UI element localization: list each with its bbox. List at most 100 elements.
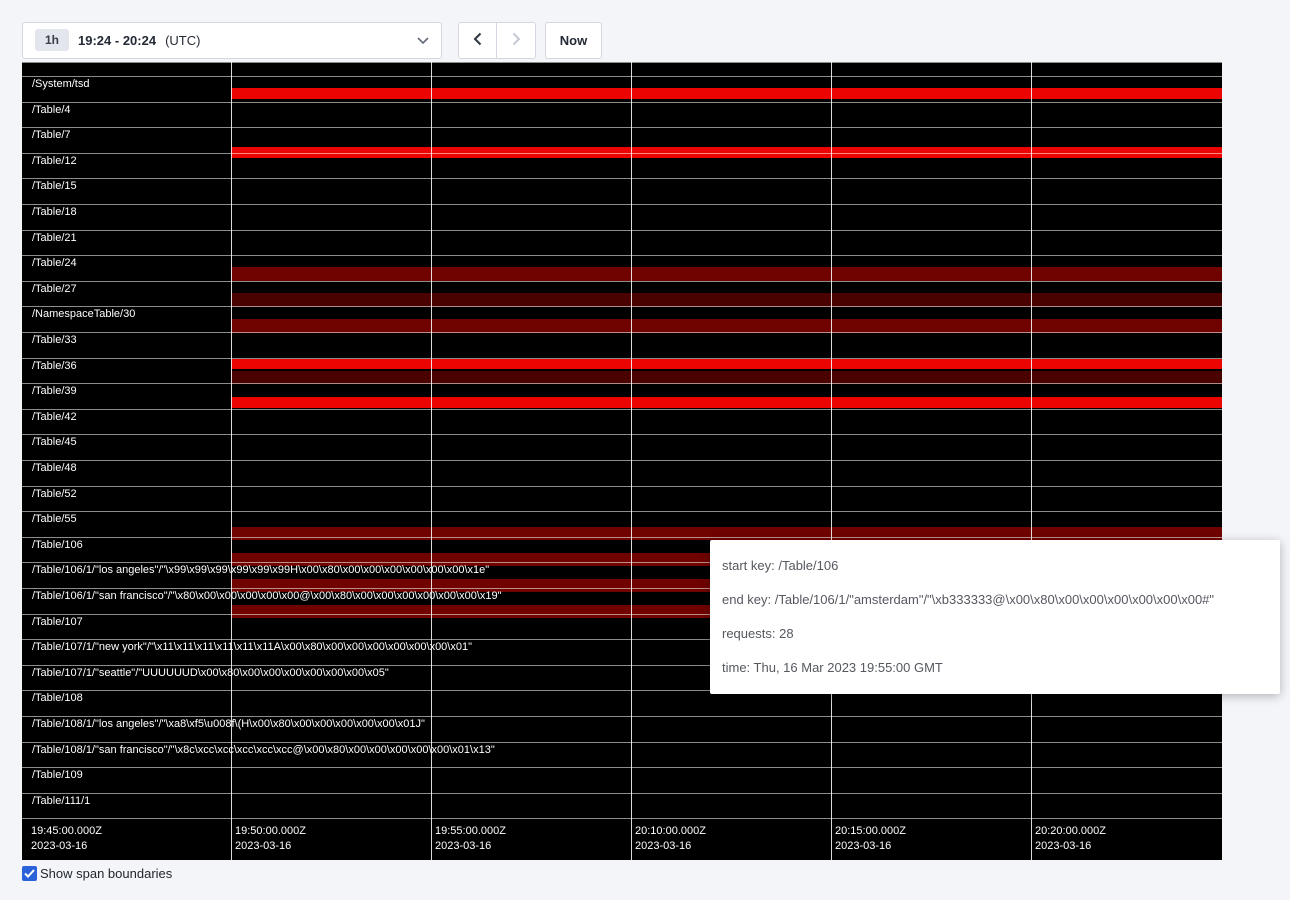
key-span-label: /Table/18: [32, 206, 77, 219]
axis-time: 19:55:00.000Z: [435, 824, 506, 839]
span-boundary-line: [22, 358, 1222, 359]
axis-date: 2023-03-16: [435, 839, 506, 854]
span-boundary-line: [22, 62, 1222, 63]
chevron-right-icon: [512, 32, 521, 49]
span-boundary-line: [22, 230, 1222, 231]
key-span-label: /Table/4: [32, 104, 71, 117]
key-span-label: /Table/12: [32, 155, 77, 168]
span-boundary-line: [22, 818, 1222, 819]
key-span-label: /Table/15: [32, 180, 77, 193]
span-boundary-line: [22, 204, 1222, 205]
axis-time: 19:45:00.000Z: [31, 824, 102, 839]
check-icon: [24, 869, 35, 878]
key-span-label: /Table/108: [32, 692, 83, 705]
span-boundary-line: [22, 76, 1222, 77]
prev-time-button[interactable]: [458, 22, 497, 59]
time-range-picker[interactable]: 1h 19:24 - 20:24 (UTC): [22, 22, 442, 59]
time-gridline: [231, 62, 232, 860]
key-span-label: /Table/21: [32, 232, 77, 245]
key-span-label: /Table/106/1/"los angeles"/"\x99\x99\x99…: [32, 564, 489, 577]
footer: Show span boundaries: [22, 866, 172, 881]
span-boundary-line: [22, 409, 1222, 410]
axis-date: 2023-03-16: [1035, 839, 1106, 854]
key-span-label: /Table/52: [32, 488, 77, 501]
key-span-label: /Table/108/1/"los angeles"/"\xa8\xf5\u00…: [32, 718, 425, 731]
key-visualizer-canvas[interactable]: /System/tsd/Table/4/Table/7/Table/12/Tab…: [22, 62, 1222, 860]
key-span-label: /Table/111/1: [32, 795, 90, 808]
key-span-label: /Table/109: [32, 769, 83, 782]
span-boundary-line: [22, 383, 1222, 384]
span-boundary-line: [22, 486, 1222, 487]
span-boundary-line: [22, 716, 1222, 717]
heat-band[interactable]: [231, 88, 1222, 99]
span-boundary-line: [22, 178, 1222, 179]
span-boundary-line: [22, 127, 1222, 128]
span-boundary-line: [22, 153, 1222, 154]
axis-time: 20:15:00.000Z: [835, 824, 906, 839]
chevron-down-icon: [417, 37, 429, 44]
axis-date: 2023-03-16: [31, 839, 102, 854]
time-preset-badge: 1h: [35, 29, 69, 51]
tooltip-line: start key: /Table/106: [722, 549, 1268, 583]
key-span-label: /Table/107: [32, 616, 83, 629]
tooltip-content: start key: /Table/106end key: /Table/106…: [722, 549, 1268, 685]
key-span-label: /Table/7: [32, 129, 71, 142]
span-boundary-line: [22, 306, 1222, 307]
span-boundary-line: [22, 281, 1222, 282]
time-axis-label: 19:55:00.000Z2023-03-16: [435, 824, 506, 854]
span-boundary-line: [22, 511, 1222, 512]
axis-time: 20:20:00.000Z: [1035, 824, 1106, 839]
span-boundary-line: [22, 434, 1222, 435]
time-axis-label: 19:50:00.000Z2023-03-16: [235, 824, 306, 854]
axis-date: 2023-03-16: [835, 839, 906, 854]
key-span-label: /Table/48: [32, 462, 77, 475]
heat-band[interactable]: [231, 527, 1222, 540]
show-span-boundaries-checkbox[interactable]: [22, 866, 37, 881]
chevron-left-icon: [473, 32, 482, 49]
axis-date: 2023-03-16: [635, 839, 706, 854]
time-range-text: 19:24 - 20:24: [78, 33, 156, 48]
key-span-label: /Table/24: [32, 257, 77, 270]
heat-band[interactable]: [231, 293, 1222, 307]
next-time-button[interactable]: [497, 22, 536, 59]
key-span-label: /Table/42: [32, 411, 77, 424]
heat-band[interactable]: [231, 371, 1222, 384]
tooltip-line: requests: 28: [722, 617, 1268, 651]
axis-time: 20:10:00.000Z: [635, 824, 706, 839]
key-span-label: /Table/108/1/"san francisco"/"\x8c\xcc\x…: [32, 744, 495, 757]
axis-time: 19:50:00.000Z: [235, 824, 306, 839]
key-span-label: /Table/45: [32, 436, 77, 449]
heat-band[interactable]: [231, 267, 1222, 281]
time-gridline: [831, 62, 832, 860]
time-axis-label: 19:45:00.000Z2023-03-16: [31, 824, 102, 854]
key-span-label: /Table/33: [32, 334, 77, 347]
span-boundary-line: [22, 537, 1222, 538]
span-boundary-line: [22, 793, 1222, 794]
key-span-label: /Table/107/1/"seattle"/"UUUUUUD\x00\x80\…: [32, 667, 389, 680]
toolbar: 1h 19:24 - 20:24 (UTC) Now: [22, 21, 602, 59]
key-span-label: /Table/107/1/"new york"/"\x11\x11\x11\x1…: [32, 641, 472, 654]
span-boundary-line: [22, 332, 1222, 333]
key-span-label: /Table/39: [32, 385, 77, 398]
time-gridline: [1031, 62, 1032, 860]
key-span-label: /Table/55: [32, 513, 77, 526]
hover-tooltip: start key: /Table/106end key: /Table/106…: [710, 540, 1280, 694]
time-axis-label: 20:15:00.000Z2023-03-16: [835, 824, 906, 854]
span-boundary-line: [22, 460, 1222, 461]
span-boundary-line: [22, 767, 1222, 768]
time-axis-label: 20:10:00.000Z2023-03-16: [635, 824, 706, 854]
key-span-label: /NamespaceTable/30: [32, 308, 135, 321]
time-nav-group: [458, 22, 536, 59]
key-span-label: /Table/106/1/"san francisco"/"\x80\x00\x…: [32, 590, 502, 603]
now-button[interactable]: Now: [545, 22, 602, 59]
key-span-label: /Table/36: [32, 360, 77, 373]
span-boundary-line: [22, 742, 1222, 743]
heat-band[interactable]: [231, 397, 1222, 408]
span-boundary-line: [22, 255, 1222, 256]
heat-band[interactable]: [231, 359, 1222, 369]
tooltip-line: time: Thu, 16 Mar 2023 19:55:00 GMT: [722, 651, 1268, 685]
tooltip-line: end key: /Table/106/1/"amsterdam"/"\xb33…: [722, 583, 1268, 617]
heat-band[interactable]: [231, 319, 1222, 333]
key-span-label: /Table/27: [32, 283, 77, 296]
key-span-label: /Table/106: [32, 539, 83, 552]
